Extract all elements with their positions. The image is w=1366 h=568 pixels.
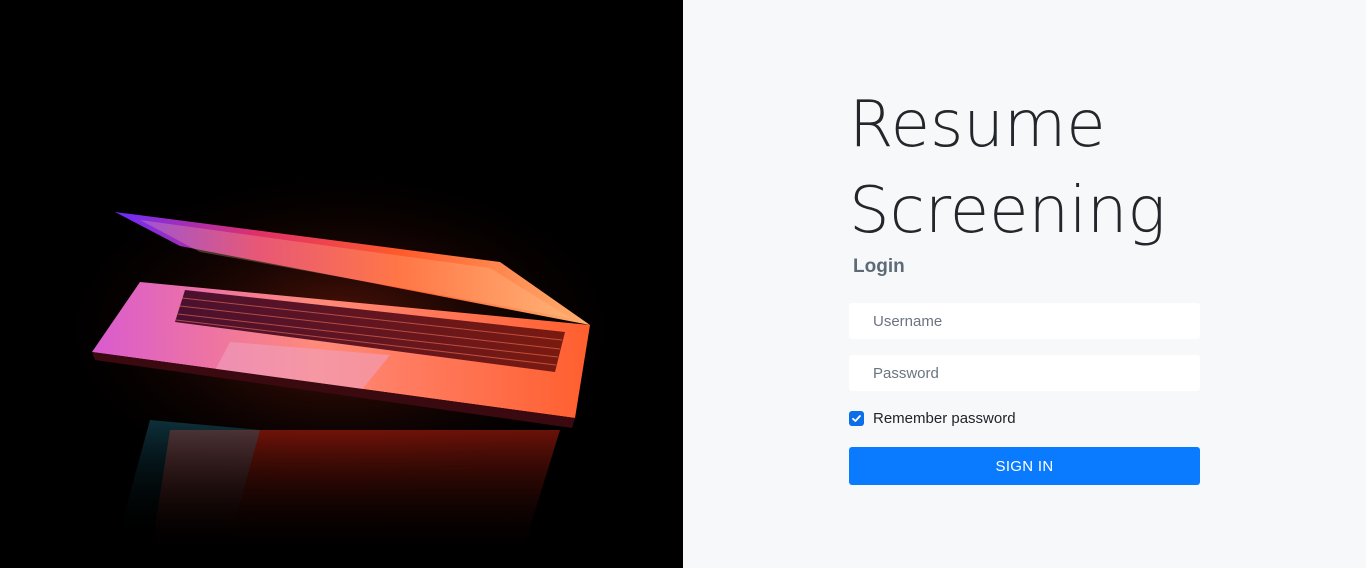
login-panel: Resume Screening Login Remember password…: [683, 0, 1366, 568]
laptop-illustration: [0, 0, 683, 568]
login-heading: Login: [853, 256, 905, 277]
login-page: Resume Screening Login Remember password…: [0, 0, 1366, 568]
remember-password-label: Remember password: [873, 410, 1016, 427]
checkbox-checked-icon[interactable]: [849, 411, 864, 426]
sign-in-button[interactable]: SIGN IN: [849, 447, 1200, 485]
username-input[interactable]: [849, 303, 1200, 339]
app-title: Resume Screening: [849, 88, 1166, 248]
hero-image: [0, 0, 683, 568]
password-input[interactable]: [849, 355, 1200, 391]
check-icon: [852, 415, 861, 422]
remember-password-checkbox[interactable]: Remember password: [849, 410, 1016, 427]
